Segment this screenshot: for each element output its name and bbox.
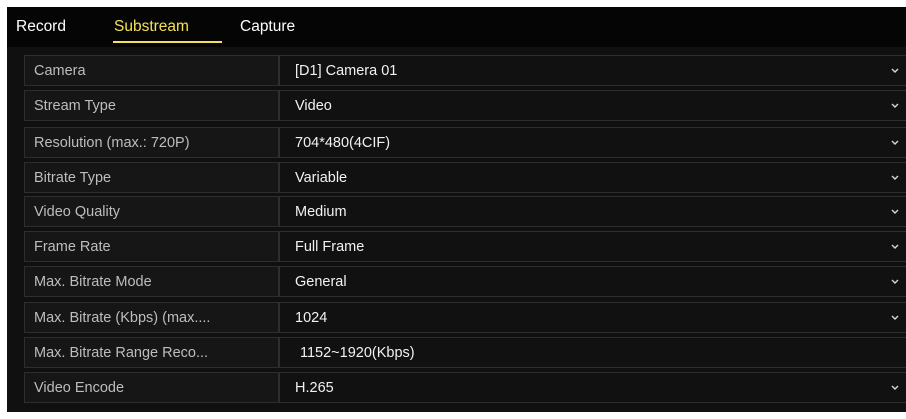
setting-label: Resolution (max.: 720P) — [34, 135, 190, 151]
max-bitrate-select[interactable]: 1024 — [279, 302, 906, 333]
bitrate-type-select[interactable]: Variable — [279, 162, 906, 193]
setting-value: Variable — [295, 170, 348, 186]
settings-row-max-bitrate-range: Max. Bitrate Range Reco... 1152~1920(Kbp… — [24, 337, 906, 368]
substream-settings-screen: Record Substream Capture Camera [D1] Cam… — [0, 0, 906, 419]
setting-label-cell: Stream Type — [24, 90, 279, 121]
settings-row-bitrate-type: Bitrate Type Variable — [24, 162, 906, 193]
max-bitrate-range-value-cell: 1152~1920(Kbps) — [279, 337, 906, 368]
setting-label: Video Encode — [34, 380, 125, 396]
settings-panel: Camera [D1] Camera 01 Stream Type Video — [7, 47, 906, 412]
camera-label: Camera — [34, 63, 86, 79]
chevron-down-icon — [891, 385, 899, 390]
video-quality-select[interactable]: Medium — [279, 196, 906, 227]
settings-row-max-bitrate-mode: Max. Bitrate Mode General — [24, 266, 906, 297]
setting-label: Stream Type — [34, 98, 116, 114]
setting-value: Full Frame — [295, 239, 365, 255]
setting-label: Bitrate Type — [34, 170, 112, 186]
chevron-down-icon — [891, 315, 899, 320]
setting-label-cell: Max. Bitrate (Kbps) (max.... — [24, 302, 279, 333]
chevron-down-icon — [891, 279, 899, 284]
setting-value: General — [295, 274, 347, 290]
tab-bar: Record Substream Capture — [7, 7, 906, 47]
settings-row-video-quality: Video Quality Medium — [24, 196, 906, 227]
active-tab-underline — [113, 41, 222, 43]
setting-label-cell: Max. Bitrate Range Reco... — [24, 337, 279, 368]
max-bitrate-mode-select[interactable]: General — [279, 266, 906, 297]
chevron-down-icon — [891, 175, 899, 180]
frame-rate-select[interactable]: Full Frame — [279, 231, 906, 262]
chevron-down-icon — [891, 68, 899, 73]
video-encode-select[interactable]: H.265 — [279, 372, 906, 403]
setting-label: Max. Bitrate Mode — [34, 274, 152, 290]
chevron-down-icon — [891, 140, 899, 145]
tab-record[interactable]: Record — [16, 18, 66, 36]
setting-label-cell: Resolution (max.: 720P) — [24, 127, 279, 158]
camera-select[interactable]: [D1] Camera 01 — [279, 55, 906, 86]
camera-label-cell: Camera — [24, 55, 279, 86]
resolution-select[interactable]: 704*480(4CIF) — [279, 127, 906, 158]
setting-label-cell: Max. Bitrate Mode — [24, 266, 279, 297]
setting-label-cell: Bitrate Type — [24, 162, 279, 193]
setting-value: 1024 — [295, 310, 328, 326]
setting-value: Video — [295, 98, 332, 114]
settings-row-max-bitrate: Max. Bitrate (Kbps) (max.... 1024 — [24, 302, 906, 333]
stream-type-select[interactable]: Video — [279, 90, 906, 121]
setting-label-cell: Video Quality — [24, 196, 279, 227]
setting-label: Max. Bitrate (Kbps) (max.... — [34, 310, 211, 326]
setting-value: Medium — [295, 204, 347, 220]
chevron-down-icon — [891, 103, 899, 108]
setting-label: Max. Bitrate Range Reco... — [34, 345, 209, 361]
chevron-down-icon — [891, 244, 899, 249]
setting-label-cell: Frame Rate — [24, 231, 279, 262]
camera-row: Camera [D1] Camera 01 — [24, 55, 906, 86]
setting-label-cell: Video Encode — [24, 372, 279, 403]
setting-label: Video Quality — [34, 204, 120, 220]
tab-capture[interactable]: Capture — [240, 18, 295, 36]
camera-value: [D1] Camera 01 — [295, 63, 398, 79]
setting-value: 1152~1920(Kbps) — [300, 345, 415, 361]
chevron-down-icon — [891, 209, 899, 214]
settings-row-video-encode: Video Encode H.265 — [24, 372, 906, 403]
settings-row-stream-type: Stream Type Video — [24, 90, 906, 121]
settings-row-frame-rate: Frame Rate Full Frame — [24, 231, 906, 262]
settings-row-resolution: Resolution (max.: 720P) 704*480(4CIF) — [24, 127, 906, 158]
setting-value: 704*480(4CIF) — [295, 135, 391, 151]
tab-substream[interactable]: Substream — [114, 18, 189, 36]
setting-label: Frame Rate — [34, 239, 111, 255]
setting-value: H.265 — [295, 380, 334, 396]
